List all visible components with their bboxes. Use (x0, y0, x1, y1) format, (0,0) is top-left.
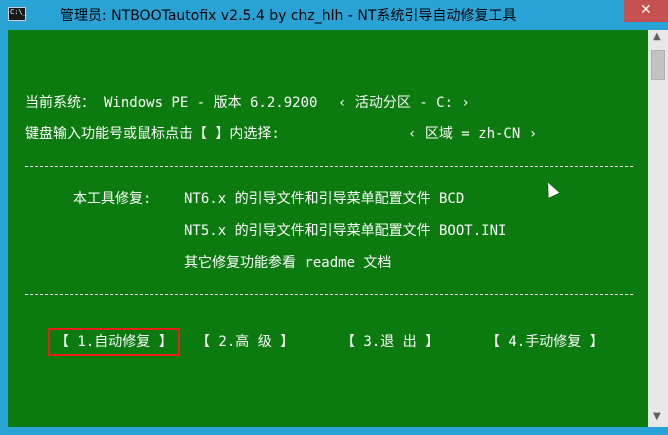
chevron-up-icon: ▲ (653, 31, 661, 42)
active-partition: ‹ 活动分区 - C: › (338, 95, 470, 111)
window-bottom-border (0, 427, 668, 435)
menu-advanced-button[interactable]: 【 2.高 级 】 (196, 334, 294, 350)
vertical-scrollbar[interactable]: ▲ ▼ (648, 30, 668, 427)
divider-bottom (25, 294, 633, 295)
menu-manual-repair-button[interactable]: 【 4.手动修复 】 (486, 334, 604, 350)
scroll-thumb[interactable] (651, 50, 665, 80)
current-system-value: Windows PE - 版本 6.2.9200 (104, 95, 318, 111)
close-icon: ✕ (640, 2, 652, 18)
scroll-down-button[interactable]: ▼ (648, 410, 668, 427)
console-area[interactable]: 当前系统： Windows PE - 版本 6.2.9200 ‹ 活动分区 - … (8, 30, 648, 427)
title-bar[interactable]: C:\_ 管理员: NTBOOTautofix v2.5.4 by chz_hl… (0, 0, 668, 30)
mouse-cursor-icon (542, 180, 560, 198)
close-button[interactable]: ✕ (624, 0, 668, 22)
console-app-icon[interactable]: C:\_ (8, 7, 27, 21)
window-title: 管理员: NTBOOTautofix v2.5.4 by chz_hlh - N… (60, 8, 517, 24)
console-icon-text: C:\_ (10, 8, 27, 16)
menu-auto-repair-button[interactable]: 【 1.自动修复 】 (48, 328, 180, 356)
repair-line-nt5: NT5.x 的引导文件和引导菜单配置文件 BOOT.INI (184, 223, 507, 239)
region-info: ‹ 区域 = zh-CN › (408, 126, 538, 142)
divider-top (25, 166, 633, 167)
repair-line-other: 其它修复功能参看 readme 文档 (184, 255, 392, 271)
console-window: C:\_ 管理员: NTBOOTautofix v2.5.4 by chz_hl… (0, 0, 668, 435)
repair-line-nt6: NT6.x 的引导文件和引导菜单配置文件 BCD (184, 191, 465, 207)
chevron-down-icon: ▼ (653, 411, 661, 422)
prompt-text: 键盘输入功能号或鼠标点击【 】内选择: (25, 126, 280, 142)
scroll-up-button[interactable]: ▲ (648, 30, 668, 47)
menu-exit-button[interactable]: 【 3.退 出 】 (341, 334, 439, 350)
current-system-label: 当前系统： (25, 95, 95, 111)
repair-label: 本工具修复: (73, 191, 152, 207)
